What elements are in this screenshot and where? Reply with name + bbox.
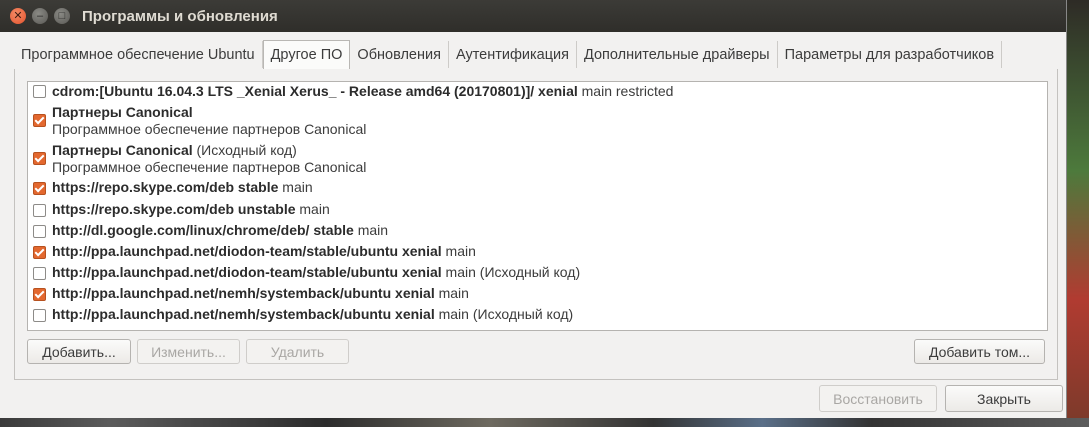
tab-ubuntu-software[interactable]: Программное обеспечение Ubuntu [14, 41, 263, 68]
tab-developer-options[interactable]: Параметры для разработчиков [778, 41, 1003, 68]
desktop-wallpaper-edge [1064, 0, 1089, 427]
window-title: Программы и обновления [82, 7, 278, 25]
source-checkbox[interactable] [33, 267, 46, 280]
software-updates-window: ✕ – □ Программы и обновления Программное… [0, 0, 1067, 418]
remove-source-button[interactable]: Удалить [246, 339, 349, 364]
maximize-window-icon[interactable]: □ [54, 8, 70, 24]
close-button[interactable]: Закрыть [945, 385, 1063, 412]
source-checkbox[interactable] [33, 182, 46, 195]
source-uri: https://repo.skype.com/deb unstable [52, 201, 296, 217]
add-volume-button[interactable]: Добавить том... [914, 339, 1045, 364]
launcher-dock [0, 418, 1089, 427]
source-checkbox[interactable] [33, 204, 46, 217]
source-uri: Партнеры Canonical [52, 142, 193, 158]
source-uri: http://ppa.launchpad.net/nemh/systemback… [52, 285, 435, 301]
tab-additional-drivers[interactable]: Дополнительные драйверы [577, 41, 778, 68]
add-source-button[interactable]: Добавить... [27, 339, 131, 364]
source-uri: http://ppa.launchpad.net/nemh/systemback… [52, 306, 435, 322]
source-checkbox[interactable] [33, 309, 46, 322]
list-scrollbar[interactable] [1039, 82, 1047, 330]
source-uri: http://ppa.launchpad.net/diodon-team/sta… [52, 243, 442, 259]
tab-authentication[interactable]: Аутентификация [449, 41, 577, 68]
source-components: (Исходный код) [192, 142, 297, 158]
close-window-icon[interactable]: ✕ [10, 8, 26, 24]
sources-list[interactable]: cdrom:[Ubuntu 16.04.3 LTS _Xenial Xerus_… [27, 81, 1048, 331]
source-description: Программное обеспечение партнеров Canoni… [52, 159, 367, 175]
source-components: main [441, 243, 476, 259]
source-uri: http://dl.google.com/linux/chrome/deb/ s… [52, 222, 354, 238]
source-components: main (Исходный код) [441, 264, 581, 280]
source-checkbox[interactable] [33, 152, 46, 165]
edit-source-button[interactable]: Изменить... [137, 339, 240, 364]
source-uri: https://repo.skype.com/deb stable [52, 179, 279, 195]
source-components: main [434, 285, 469, 301]
source-checkbox[interactable] [33, 225, 46, 238]
tab-other-software[interactable]: Другое ПО [262, 40, 351, 70]
source-checkbox[interactable] [33, 246, 46, 259]
window-titlebar: ✕ – □ Программы и обновления [0, 0, 1066, 32]
tab-bar: Программное обеспечение Ubuntu Другое ПО… [14, 40, 1056, 70]
source-components: main (Исходный код) [434, 306, 574, 322]
source-components: main restricted [577, 83, 674, 99]
minimize-window-icon[interactable]: – [32, 8, 48, 24]
source-checkbox[interactable] [33, 85, 46, 98]
tab-updates[interactable]: Обновления [350, 41, 449, 68]
source-description: Программное обеспечение партнеров Canoni… [52, 121, 367, 137]
revert-button[interactable]: Восстановить [819, 385, 937, 412]
source-components: main [278, 179, 313, 195]
source-uri: Партнеры Canonical [52, 104, 193, 120]
source-checkbox[interactable] [33, 114, 46, 127]
source-uri: cdrom:[Ubuntu 16.04.3 LTS _Xenial Xerus_… [52, 83, 578, 99]
source-components: main [295, 201, 330, 217]
source-components: main [353, 222, 389, 238]
source-uri: http://ppa.launchpad.net/diodon-team/sta… [52, 264, 442, 280]
source-checkbox[interactable] [33, 288, 46, 301]
